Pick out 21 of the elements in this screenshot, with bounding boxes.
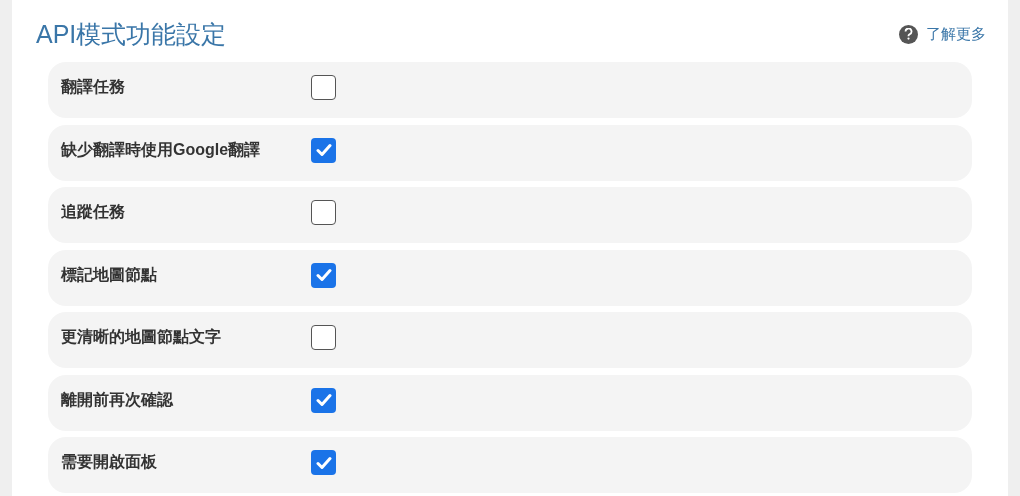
checkbox[interactable]: [311, 137, 336, 163]
learn-more-link[interactable]: 了解更多: [899, 22, 986, 46]
setting-label: 需要開啟面板: [61, 452, 158, 472]
setting-label: 翻譯任務: [61, 77, 126, 97]
setting-label: 離開前再次確認: [61, 389, 174, 410]
checkmark-icon: [315, 455, 332, 470]
checkbox[interactable]: [311, 200, 336, 225]
checkbox[interactable]: [311, 75, 336, 100]
checkbox[interactable]: [311, 262, 336, 288]
setting-label: 缺少翻譯時使用Google翻譯: [61, 139, 262, 160]
setting-label: 更清晰的地圖節點文字: [61, 327, 222, 347]
checkmark-icon: [315, 143, 332, 157]
checkbox[interactable]: [311, 450, 336, 475]
checkbox[interactable]: [311, 387, 336, 413]
help-icon: [899, 24, 918, 44]
setting-label: 追蹤任務: [61, 202, 126, 222]
checkmark-icon: [315, 393, 332, 407]
section-title: API模式功能設定: [36, 21, 227, 47]
checkmark-icon: [315, 268, 332, 282]
checkbox[interactable]: [311, 325, 336, 350]
setting-label: 標記地圖節點: [61, 264, 158, 285]
